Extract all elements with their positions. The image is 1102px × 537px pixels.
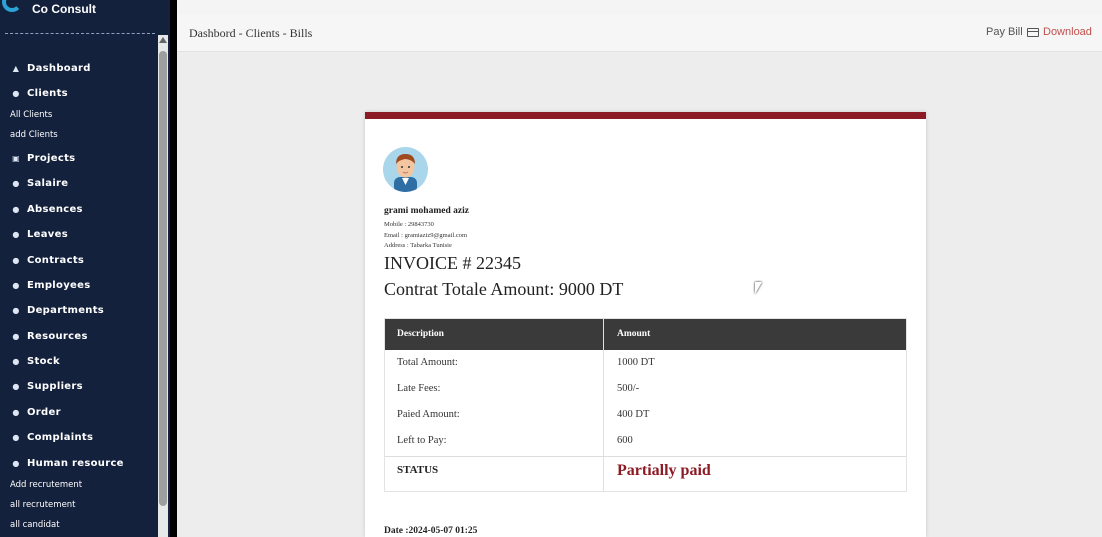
sidebar-item-order[interactable]: ● Order [10, 402, 61, 422]
sidebar-item-label: Contracts [27, 254, 85, 266]
sidebar-item-leaves[interactable]: ● Leaves [10, 224, 68, 244]
status-label: STATUS [397, 464, 439, 476]
home-icon: ▲ [12, 63, 20, 73]
main-content: Dashbord - Clients - Bills Pay Bill Down… [177, 0, 1102, 537]
sidebar-item-contracts[interactable]: ● Contracts [10, 250, 84, 270]
sidebar-subitem-add-clients[interactable]: add Clients [10, 130, 58, 140]
sidebar-item-label: Departments [27, 304, 105, 316]
sidebar-item-label: Absences [27, 203, 83, 215]
sidebar-item-label: Stock [27, 355, 60, 367]
user-icon: ● [12, 280, 20, 290]
client-email: Email : gramiaziz9@gmail.com [384, 232, 468, 239]
status-divider [385, 456, 906, 457]
scroll-up-arrow-icon[interactable] [159, 37, 167, 43]
breadcrumb: Dashbord - Clients - Bills [189, 26, 313, 40]
pay-bill-button[interactable]: Pay Bill [986, 26, 1039, 38]
user-icon: ● [12, 381, 20, 391]
sidebar-subitem-all-candidat[interactable]: all candidat [10, 520, 60, 530]
user-icon: ● [12, 255, 20, 265]
sidebar-item-label: Projects [27, 152, 76, 164]
folder-icon: ▣ [12, 153, 20, 163]
sidebar-item-employees[interactable]: ● Employees [10, 275, 90, 295]
table-cell-description: Late Fees: [397, 383, 441, 394]
sidebar-item-label: Human resource [27, 457, 124, 469]
sidebar-item-label: Suppliers [27, 380, 83, 392]
sidebar-item-dashboard[interactable]: ▲ Dashboard [10, 58, 91, 78]
column-header-description: Description [397, 329, 444, 339]
table-cell-amount: 400 DT [617, 409, 650, 420]
bill-table: Description Amount Total Amount: 1000 DT… [384, 318, 907, 492]
user-icon: ● [12, 178, 20, 188]
user-icon: ● [12, 331, 20, 341]
sidebar-item-clients[interactable]: ● Clients [10, 83, 68, 103]
table-header: Description Amount [385, 319, 906, 350]
sidebar-item-salaire[interactable]: ● Salaire [10, 173, 68, 193]
logo-icon [2, 0, 22, 12]
table-cell-description: Total Amount: [397, 357, 458, 368]
user-icon: ● [12, 458, 20, 468]
contract-total: Contrat Totale Amount: 9000 DT [384, 279, 624, 299]
client-address: Address : Tabarka Tunisie [384, 242, 452, 249]
invoice-number: INVOICE # 22345 [384, 253, 521, 273]
column-divider [603, 319, 604, 491]
user-icon: ● [12, 407, 20, 417]
page-header: Dashbord - Clients - Bills Pay Bill Down… [177, 14, 1102, 52]
sidebar-item-departments[interactable]: ● Departments [10, 300, 104, 320]
sidebar-item-absences[interactable]: ● Absences [10, 199, 83, 219]
user-icon: ● [12, 229, 20, 239]
top-bar [177, 0, 1102, 14]
sidebar-subitem-add-recrutement[interactable]: Add recrutement [10, 480, 82, 490]
user-icon: ● [12, 88, 20, 98]
sidebar-item-label: Clients [27, 87, 68, 99]
sidebar-item-label: Dashboard [27, 62, 91, 74]
status-badge: Partially paid [617, 462, 711, 479]
sidebar: Co Consult ▲ Dashboard ● Clients All Cli… [0, 0, 170, 537]
user-icon: ● [12, 356, 20, 366]
brand-name: Co Consult [32, 2, 96, 16]
sidebar-item-stock[interactable]: ● Stock [10, 351, 60, 371]
sidebar-subitem-all-recrutement[interactable]: all recrutement [10, 500, 76, 510]
table-cell-description: Left to Pay: [397, 435, 447, 446]
mouse-cursor-icon [755, 282, 762, 294]
table-cell-amount: 600 [617, 435, 633, 446]
sidebar-scrollbar[interactable] [158, 35, 168, 537]
sidebar-item-label: Employees [27, 279, 91, 291]
sidebar-item-label: Salaire [27, 177, 69, 189]
column-header-amount: Amount [617, 329, 651, 339]
divider [5, 33, 155, 34]
sidebar-subitem-all-clients[interactable]: All Clients [10, 110, 52, 120]
sidebar-item-complaints[interactable]: ● Complaints [10, 427, 93, 447]
download-button[interactable]: Download [1043, 26, 1092, 38]
user-icon: ● [12, 204, 20, 214]
sidebar-item-human-resource[interactable]: ● Human resource [10, 453, 124, 473]
invoice-date: Date :2024-05-07 01:25 [384, 526, 478, 536]
user-icon: ● [12, 432, 20, 442]
user-icon: ● [12, 305, 20, 315]
sidebar-item-label: Leaves [27, 228, 68, 240]
sidebar-item-suppliers[interactable]: ● Suppliers [10, 376, 83, 396]
avatar [383, 147, 428, 192]
table-cell-amount: 1000 DT [617, 357, 655, 368]
sidebar-item-label: Complaints [27, 431, 94, 443]
sidebar-item-label: Resources [27, 330, 88, 342]
sidebar-item-resources[interactable]: ● Resources [10, 326, 88, 346]
sidebar-item-projects[interactable]: ▣ Projects [10, 148, 75, 168]
pay-bill-label: Pay Bill [986, 26, 1023, 38]
client-name: grami mohamed aziz [384, 206, 469, 216]
table-cell-amount: 500/- [617, 383, 640, 394]
credit-card-icon [1026, 27, 1039, 37]
scroll-thumb[interactable] [159, 51, 167, 506]
table-cell-description: Paied Amount: [397, 409, 460, 420]
brand[interactable]: Co Consult [0, 0, 170, 30]
client-mobile: Mobile : 29843730 [384, 221, 434, 228]
invoice-card: grami mohamed aziz Mobile : 29843730 Ema… [365, 112, 926, 537]
sidebar-item-label: Order [27, 406, 61, 418]
